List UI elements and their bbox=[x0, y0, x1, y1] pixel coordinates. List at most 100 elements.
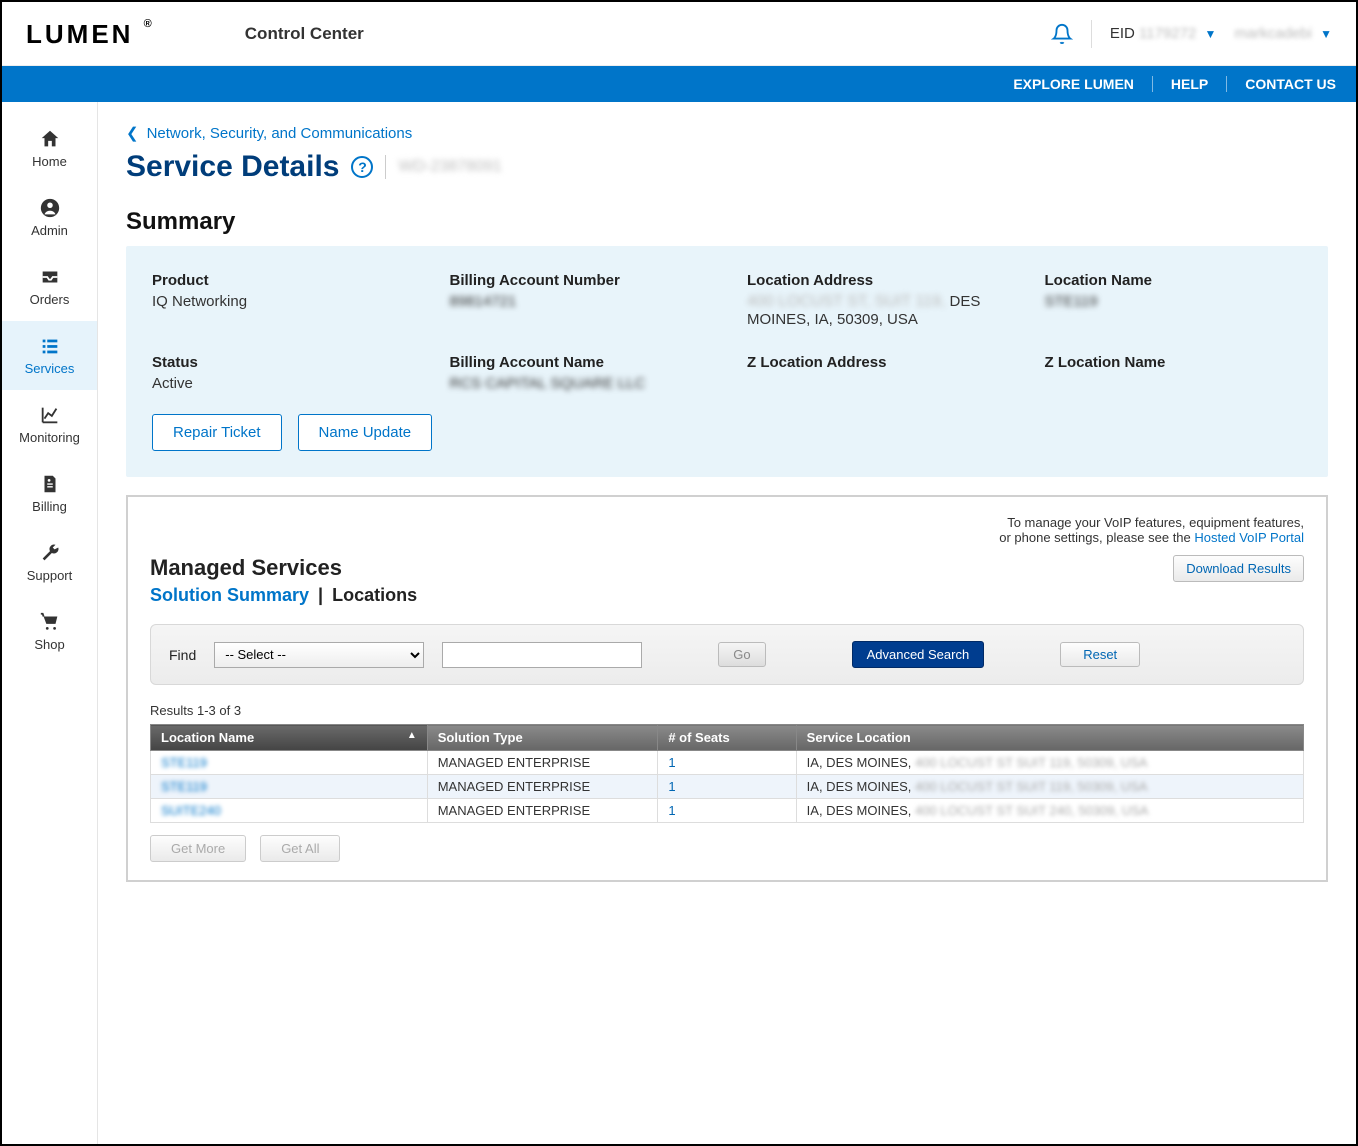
table-row[interactable]: STE119MANAGED ENTERPRISE1IA, DES MOINES,… bbox=[151, 751, 1304, 775]
eid-label: EID bbox=[1110, 25, 1135, 42]
field-value: STE119 bbox=[1045, 293, 1303, 310]
field-label: Z Location Address bbox=[747, 354, 1005, 371]
sidebar-item-label: Services bbox=[25, 361, 75, 376]
summary-card: Product IQ Networking Billing Account Nu… bbox=[126, 246, 1328, 477]
name-update-button[interactable]: Name Update bbox=[298, 414, 433, 451]
cell-service-location: IA, DES MOINES, 400 LOCUST ST SUIT 119, … bbox=[796, 775, 1303, 799]
page-title: Service Details ? WD-23878091 bbox=[126, 150, 1328, 184]
sidebar-item-services[interactable]: Services bbox=[2, 321, 97, 390]
field-label: Billing Account Number bbox=[450, 272, 708, 289]
field-label: Z Location Name bbox=[1045, 354, 1303, 371]
get-more-button[interactable]: Get More bbox=[150, 835, 246, 862]
get-all-button[interactable]: Get All bbox=[260, 835, 340, 862]
page-title-text: Service Details bbox=[126, 150, 339, 184]
field-z-location-name: Z Location Name bbox=[1045, 354, 1303, 392]
cart-icon bbox=[39, 611, 61, 633]
user-menu[interactable]: markcadebi ▼ bbox=[1234, 25, 1332, 42]
sidebar-item-label: Billing bbox=[32, 499, 67, 514]
voip-note: To manage your VoIP features, equipment … bbox=[150, 515, 1304, 545]
sort-asc-icon: ▲ bbox=[407, 730, 417, 741]
sidebar-item-admin[interactable]: Admin bbox=[2, 183, 97, 252]
find-label: Find bbox=[169, 647, 196, 663]
sidebar-item-shop[interactable]: Shop bbox=[2, 597, 97, 666]
chevron-down-icon: ▼ bbox=[1205, 27, 1217, 41]
cell-service-location: IA, DES MOINES, 400 LOCUST ST SUIT 119, … bbox=[796, 751, 1303, 775]
sidebar-item-orders[interactable]: Orders bbox=[2, 252, 97, 321]
hosted-voip-link[interactable]: Hosted VoIP Portal bbox=[1194, 530, 1304, 545]
sidebar-item-label: Orders bbox=[30, 292, 70, 307]
col-solution-type[interactable]: Solution Type bbox=[427, 725, 658, 751]
location-name-link[interactable]: STE119 bbox=[161, 755, 207, 770]
field-billing-account-name: Billing Account Name RCS CAPITAL SQUARE … bbox=[450, 354, 708, 392]
logo-text: LUMEN bbox=[26, 19, 133, 49]
cell-seats: 1 bbox=[658, 751, 796, 775]
field-product: Product IQ Networking bbox=[152, 272, 410, 328]
main-content: ❮ Network, Security, and Communications … bbox=[98, 102, 1356, 1144]
location-name-link[interactable]: SUITE240 bbox=[161, 803, 221, 818]
chart-icon bbox=[39, 404, 61, 426]
divider bbox=[1091, 20, 1092, 48]
list-icon bbox=[39, 335, 61, 357]
table-row[interactable]: STE119MANAGED ENTERPRISE1IA, DES MOINES,… bbox=[151, 775, 1304, 799]
table-row[interactable]: SUITE240MANAGED ENTERPRISE1IA, DES MOINE… bbox=[151, 799, 1304, 823]
tab-locations[interactable]: Locations bbox=[332, 585, 417, 605]
help-icon[interactable]: ? bbox=[351, 156, 373, 178]
sidebar-item-support[interactable]: Support bbox=[2, 528, 97, 597]
eid-menu[interactable]: EID 1179272 ▼ bbox=[1110, 25, 1217, 42]
reset-button[interactable]: Reset bbox=[1060, 642, 1140, 667]
search-bar: Find -- Select -- Go Advanced Search Res… bbox=[150, 624, 1304, 685]
download-results-button[interactable]: Download Results bbox=[1173, 555, 1304, 582]
sidebar-item-billing[interactable]: Billing bbox=[2, 459, 97, 528]
sidebar: Home Admin Orders Services Monitoring Bi… bbox=[2, 102, 98, 1144]
locations-table: Location Name▲ Solution Type # of Seats … bbox=[150, 724, 1304, 823]
cell-seats: 1 bbox=[658, 799, 796, 823]
go-button[interactable]: Go bbox=[718, 642, 765, 667]
summary-heading: Summary bbox=[126, 208, 1328, 236]
contact-link[interactable]: CONTACT US bbox=[1226, 76, 1336, 92]
field-label: Status bbox=[152, 354, 410, 371]
find-input[interactable] bbox=[442, 642, 642, 668]
field-label: Location Address bbox=[747, 272, 1005, 289]
utility-bar: EXPLORE LUMEN HELP CONTACT US bbox=[2, 66, 1356, 102]
sidebar-item-home[interactable]: Home bbox=[2, 114, 97, 183]
find-select[interactable]: -- Select -- bbox=[214, 642, 424, 668]
top-bar: LUMEN ® Control Center EID 1179272 ▼ mar… bbox=[2, 2, 1356, 66]
field-label: Product bbox=[152, 272, 410, 289]
field-ban: Billing Account Number 89814721 bbox=[450, 272, 708, 328]
help-link[interactable]: HELP bbox=[1152, 76, 1208, 92]
field-value: 400 LOCUST ST, SUIT 119, DES MOINES, IA,… bbox=[747, 293, 1005, 328]
breadcrumb-parent: Network, Security, and Communications bbox=[147, 125, 413, 142]
eid-value: 1179272 bbox=[1139, 25, 1196, 42]
advanced-search-button[interactable]: Advanced Search bbox=[852, 641, 985, 668]
field-value: Active bbox=[152, 375, 410, 392]
field-value: IQ Networking bbox=[152, 293, 410, 310]
inbox-icon bbox=[39, 266, 61, 288]
field-label: Location Name bbox=[1045, 272, 1303, 289]
wrench-icon bbox=[39, 542, 61, 564]
repair-ticket-button[interactable]: Repair Ticket bbox=[152, 414, 282, 451]
location-name-link[interactable]: STE119 bbox=[161, 779, 207, 794]
user-icon bbox=[39, 197, 61, 219]
col-seats[interactable]: # of Seats bbox=[658, 725, 796, 751]
results-count: Results 1-3 of 3 bbox=[150, 703, 1304, 718]
col-service-location[interactable]: Service Location bbox=[796, 725, 1303, 751]
divider bbox=[385, 155, 386, 179]
sidebar-item-monitoring[interactable]: Monitoring bbox=[2, 390, 97, 459]
document-icon bbox=[39, 473, 61, 495]
cell-seats: 1 bbox=[658, 775, 796, 799]
explore-link[interactable]: EXPLORE LUMEN bbox=[1013, 76, 1134, 92]
notifications-icon[interactable] bbox=[1051, 23, 1073, 45]
sidebar-item-label: Support bbox=[27, 568, 73, 583]
col-location-name[interactable]: Location Name▲ bbox=[151, 725, 428, 751]
tab-solution-summary[interactable]: Solution Summary bbox=[150, 585, 309, 605]
field-value: 89814721 bbox=[450, 293, 708, 310]
cell-service-location: IA, DES MOINES, 400 LOCUST ST SUIT 240, … bbox=[796, 799, 1303, 823]
breadcrumb[interactable]: ❮ Network, Security, and Communications bbox=[126, 124, 1328, 142]
managed-tabs: Solution Summary | Locations bbox=[150, 585, 417, 606]
managed-services-title: Managed Services bbox=[150, 555, 417, 581]
chevron-down-icon: ▼ bbox=[1320, 27, 1332, 41]
sidebar-item-label: Monitoring bbox=[19, 430, 80, 445]
logo: LUMEN ® bbox=[26, 18, 155, 50]
app-name: Control Center bbox=[245, 24, 364, 44]
service-id: WD-23878091 bbox=[398, 158, 501, 176]
